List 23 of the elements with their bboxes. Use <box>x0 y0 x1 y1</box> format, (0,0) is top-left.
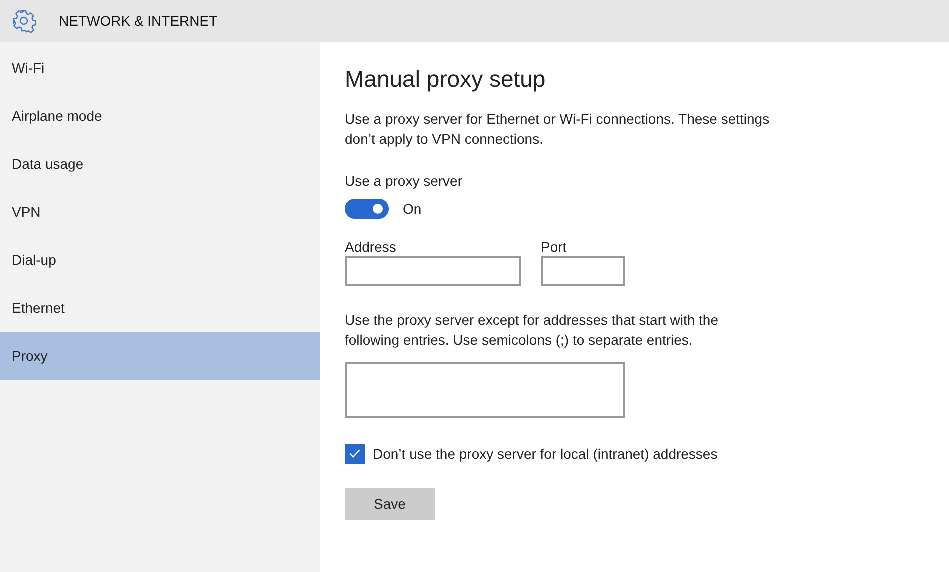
port-field[interactable] <box>541 256 625 286</box>
checkbox[interactable] <box>345 444 365 464</box>
address-label: Address <box>345 239 398 255</box>
sidebar-item[interactable]: Airplane mode <box>0 92 320 140</box>
settings-icon <box>12 9 36 33</box>
sidebar-item[interactable]: Proxy <box>0 332 320 380</box>
address-field[interactable] <box>345 256 521 286</box>
sidebar-item[interactable]: Wi-Fi <box>0 44 320 92</box>
page-heading: Manual proxy setup <box>345 66 547 93</box>
checkbox-label: Don’t use the proxy server for local (intranet) addresses <box>373 446 718 462</box>
toggle-switch[interactable] <box>345 199 389 219</box>
exceptions-field[interactable] <box>345 362 625 418</box>
sidebar-item[interactable]: Dial-up <box>0 236 320 284</box>
sidebar-item[interactable]: Data usage <box>0 140 320 188</box>
exceptions-text: Use the proxy server except for addresses that start with the following entries. Use semicolons (;) to separate entries. <box>345 311 720 350</box>
description-text: Use a proxy server for Ethernet or Wi-Fi connections. These settings don’t apply to VPN connections. <box>345 110 771 149</box>
save-button[interactable]: Save <box>345 488 435 520</box>
toggle-state: On <box>403 201 422 217</box>
toggle-label: Use a proxy server <box>345 173 464 189</box>
sidebar-item[interactable]: Ethernet <box>0 284 320 332</box>
port-label: Port <box>541 239 568 255</box>
header-title: NETWORK & INTERNET <box>59 13 218 29</box>
sidebar-item[interactable]: VPN <box>0 188 320 236</box>
